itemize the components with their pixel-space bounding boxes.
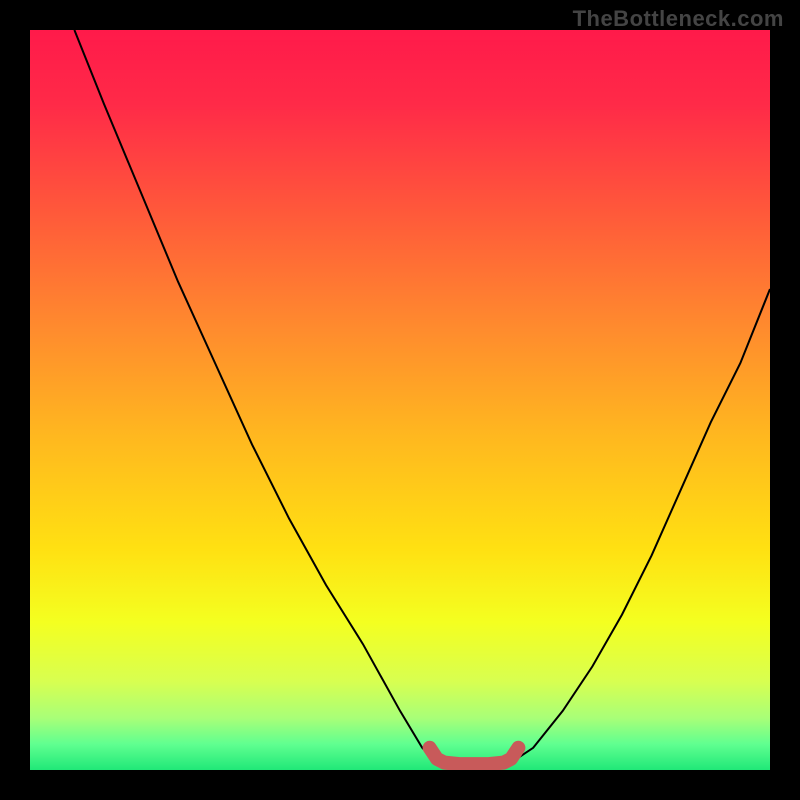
watermark-text: TheBottleneck.com bbox=[573, 6, 784, 32]
left-curve bbox=[74, 30, 437, 763]
chart-frame: TheBottleneck.com bbox=[0, 0, 800, 800]
bottom-marker bbox=[430, 748, 519, 764]
plot-area bbox=[30, 30, 770, 770]
right-curve bbox=[511, 289, 770, 763]
curves-layer bbox=[30, 30, 770, 770]
